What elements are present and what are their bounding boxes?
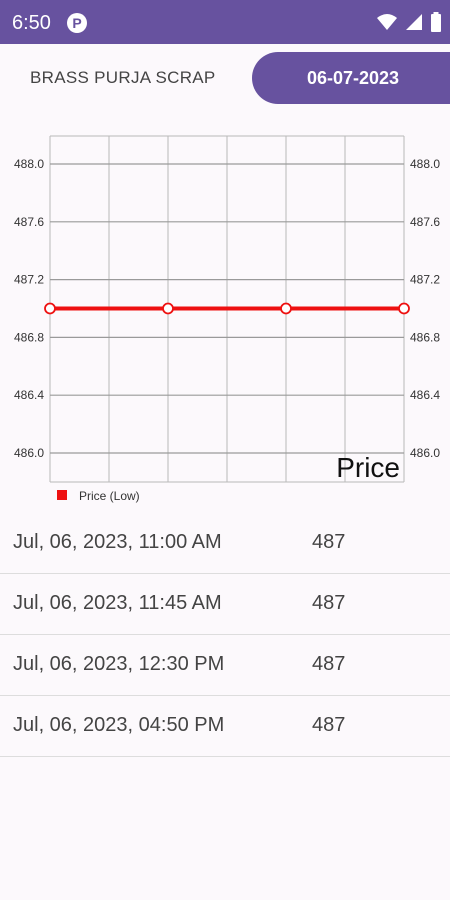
row-date: Jul, 06, 2023, 04:50 PM [13,714,225,736]
status-icons [374,12,442,32]
status-bar: 6:50 P [0,0,450,44]
y-axis-left-tick-label: 487.2 [14,273,44,287]
data-point [398,302,410,315]
data-point [280,302,292,315]
y-axis-right-tick-label: 488.0 [410,157,440,171]
signal-icon [405,14,422,30]
battery-icon [431,12,441,32]
y-axis-right-tick-label: 486.8 [410,330,440,344]
data-point [44,302,56,315]
price-chart: 486.0 486.0 486.4 486.4 486.8 486.8 487.2 487.2… [14,135,440,503]
row-price: 487 [312,531,346,553]
status-time: 6:50 [12,12,51,34]
date-label: 06-07-2023 [306,68,400,88]
row-price: 487 [312,653,346,675]
row-price: 487 [312,592,346,614]
price-row[interactable]: Jul, 06, 2023, 04:50 PM 487 [0,696,450,757]
wifi-icon [377,14,398,30]
chart-description: Price [336,452,400,483]
y-axis-left-tick-label: 486.4 [14,388,44,402]
price-row[interactable]: Jul, 06, 2023, 12:30 PM 487 [0,635,450,696]
legend-swatch [57,490,67,500]
app-notification-icon: P [67,13,87,33]
row-date: Jul, 06, 2023, 12:30 PM [13,653,225,675]
price-row[interactable]: Jul, 06, 2023, 11:00 AM 487 [0,513,450,574]
y-axis-right-tick-label: 487.6 [410,215,440,229]
y-axis-left-tick-label: 486.0 [14,446,44,460]
price-list: Jul, 06, 2023, 11:00 AM 487 Jul, 06, 2023,… [0,513,450,757]
y-axis-right-tick-label: 487.2 [410,273,440,287]
y-axis-left-tick-label: 488.0 [14,157,44,171]
y-axis-left-tick-label: 486.8 [14,330,44,344]
product-name: BRASS PURJA SCRAP [30,68,216,87]
y-axis-right-tick-label: 486.4 [410,388,440,402]
row-price: 487 [312,714,346,736]
data-point [162,302,174,315]
price-row[interactable]: Jul, 06, 2023, 11:45 AM 487 [0,574,450,635]
date-picker-button[interactable]: 06-07-2023 [252,52,450,104]
row-date: Jul, 06, 2023, 11:00 AM [13,531,222,553]
row-date: Jul, 06, 2023, 11:45 AM [13,592,222,614]
y-axis-right-tick-label: 486.0 [410,446,440,460]
legend-label: Price (Low) [79,489,140,503]
y-axis-left-tick-label: 487.6 [14,215,44,229]
